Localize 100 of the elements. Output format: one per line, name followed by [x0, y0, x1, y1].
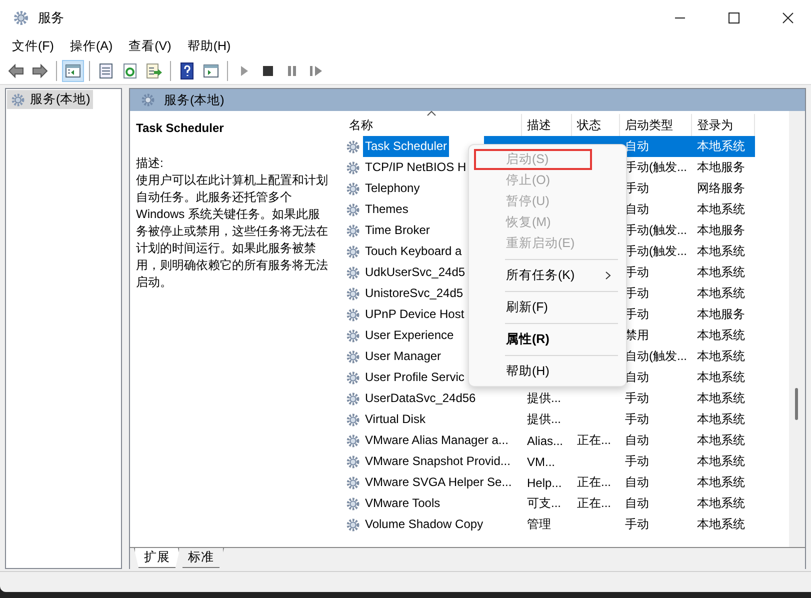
table-cell: 自动: [625, 475, 649, 489]
menu-item[interactable]: 属性(R): [474, 329, 621, 350]
table-cell: 自动: [625, 496, 649, 510]
service-name[interactable]: Task Scheduler: [363, 136, 450, 157]
table-cell: 管理: [527, 517, 551, 531]
gear-icon: [345, 180, 361, 196]
maximize-icon[interactable]: [728, 12, 740, 24]
table-cell: 提供...: [527, 412, 562, 426]
close-icon[interactable]: [782, 12, 794, 24]
gear-icon: [345, 370, 361, 386]
service-name[interactable]: VMware Tools: [363, 493, 442, 514]
table-cell: 网络服务: [697, 181, 745, 195]
table-cell: 本地系统: [697, 475, 745, 489]
menu-item[interactable]: 帮助(H): [179, 38, 239, 54]
window-title: 服务: [38, 8, 64, 26]
table-cell: 本地系统: [697, 139, 745, 153]
gear-icon: [10, 92, 26, 108]
menu-item[interactable]: 刷新(F): [474, 297, 621, 318]
table-cell: VM...: [527, 454, 556, 468]
service-name[interactable]: Touch Keyboard a: [363, 241, 464, 262]
gear-icon: [345, 390, 361, 406]
service-name[interactable]: UnistoreSvc_24d5: [363, 283, 466, 304]
table-cell: 手动: [625, 391, 649, 405]
tab[interactable]: 标准: [178, 548, 224, 568]
menu-item[interactable]: 文件(F): [4, 38, 62, 54]
table-cell: 本地系统: [697, 391, 745, 405]
gear-icon: [345, 328, 361, 344]
table-cell: 本地服务: [697, 307, 745, 321]
gear-icon: [345, 516, 361, 532]
table-cell: 手动: [625, 412, 649, 426]
menu-item[interactable]: 帮助(H): [474, 361, 621, 382]
chevron-icon: [605, 271, 611, 280]
gear-icon: [345, 264, 361, 280]
service-name[interactable]: UdkUserSvc_24d5: [363, 262, 468, 283]
service-name[interactable]: User Manager: [363, 346, 444, 367]
table-cell: 正在...: [577, 475, 612, 489]
service-title: Task Scheduler: [136, 120, 225, 137]
table-cell: 手动: [625, 454, 649, 468]
table-cell: 本地系统: [697, 328, 745, 342]
service-name[interactable]: UserDataSvc_24d56: [363, 388, 478, 409]
table-cell: 本地系统: [697, 412, 745, 426]
table-cell: Alias...: [527, 434, 564, 448]
gear-icon: [345, 432, 361, 448]
gear-icon: [345, 412, 361, 428]
table-cell: Help...: [527, 476, 562, 490]
gear-icon: [345, 244, 361, 260]
menu-item[interactable]: 查看(V): [120, 38, 180, 54]
service-name[interactable]: VMware SVGA Helper Se...: [363, 472, 514, 493]
gear-icon: [345, 222, 361, 238]
gear-icon: [345, 160, 361, 176]
menu-item[interactable]: 操作(A): [62, 38, 121, 54]
gear-icon: [140, 92, 156, 108]
gear-icon: [12, 8, 30, 26]
gear-icon: [345, 306, 361, 322]
table-cell: 本地系统: [697, 244, 745, 258]
table-cell: 本地系统: [697, 454, 745, 468]
table-cell: 本地系统: [697, 286, 745, 300]
service-name[interactable]: Themes: [363, 199, 410, 220]
table-cell: 可支...: [527, 496, 562, 510]
description-label: 描述:: [136, 155, 164, 172]
panel-header: 服务(本地): [130, 89, 805, 111]
table-cell: 自动: [625, 433, 649, 447]
table-cell: 本地系统: [697, 370, 745, 384]
menu-item[interactable]: 所有任务(K): [474, 265, 621, 286]
table-cell: 本地系统: [697, 202, 745, 216]
table-cell: 自动: [625, 139, 649, 153]
table-cell: 本地系统: [697, 496, 745, 510]
table-cell: 手动: [625, 517, 649, 531]
service-name[interactable]: UPnP Device Host: [363, 304, 466, 325]
table-cell: 本地系统: [697, 433, 745, 447]
gear-icon: [345, 474, 361, 490]
table-cell: 正在...: [577, 496, 612, 510]
service-name[interactable]: Virtual Disk: [363, 409, 428, 430]
tree-item[interactable]: 服务(本地): [7, 90, 94, 109]
table-cell: 本地系统: [697, 265, 745, 279]
gear-icon: [345, 202, 361, 218]
scrollbar-thumb[interactable]: [795, 388, 798, 420]
table-cell: 本地系统: [697, 349, 745, 363]
table-cell: 正在...: [577, 433, 612, 447]
table-cell: 本地系统: [697, 517, 745, 531]
gear-icon: [345, 496, 361, 512]
gear-icon: [345, 454, 361, 470]
service-name[interactable]: VMware Alias Manager a...: [363, 430, 510, 451]
gear-icon: [345, 348, 361, 364]
description-text: 使用户可以在此计算机上配置和计划自动任务。此服务还托管多个 Windows 系统关键任务。如果此服务被停止或禁用，这些任务将无法在计划的时间运行。如果此服务被禁用，则明确依赖它的所有服务将无法启动。: [136, 172, 329, 291]
sort-caret-icon: [427, 111, 436, 116]
service-name[interactable]: TCP/IP NetBIOS H: [363, 157, 468, 178]
gear-icon: [345, 286, 361, 302]
console-tree-icon[interactable]: [62, 60, 84, 82]
table-cell: 本地服务: [697, 223, 745, 237]
gear-icon: [345, 138, 361, 154]
service-name[interactable]: Telephony: [363, 178, 422, 199]
table-cell: 本地服务: [697, 160, 745, 174]
service-name[interactable]: User Profile Servic: [363, 367, 466, 388]
tab[interactable]: 扩展: [134, 548, 180, 568]
service-name[interactable]: User Experience: [363, 325, 456, 346]
service-name[interactable]: Time Broker: [363, 220, 432, 241]
table-cell: 提供...: [527, 391, 562, 405]
service-name[interactable]: Volume Shadow Copy: [363, 514, 486, 535]
service-name[interactable]: VMware Snapshot Provid...: [363, 451, 512, 472]
